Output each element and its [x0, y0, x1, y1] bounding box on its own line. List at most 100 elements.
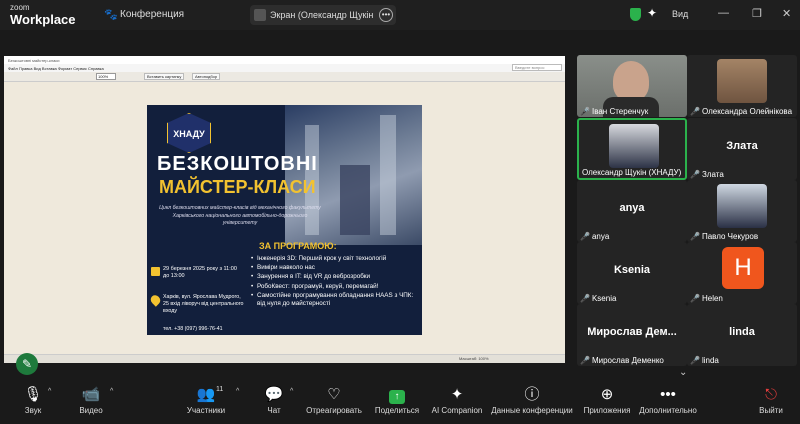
leave-button[interactable]: ⎋ Выйти	[756, 384, 786, 424]
react-button[interactable]: ♡ Отреагировать	[304, 384, 364, 424]
participant-tile[interactable]: 🎤 Олександра Олейнікова	[687, 55, 797, 117]
screen-share-label: Экран (Олександр Щукін (ХНАД	[270, 10, 374, 20]
poster-phone: тел. +38 (097) 996-76-41	[163, 326, 223, 332]
poster-program-item: Інженерія 3D: Перший крок у світ техноло…	[251, 255, 421, 263]
participant-tile-active-speaker[interactable]: Олександр Щукін (ХНАДУ)	[577, 118, 687, 180]
share-screen-icon: ↑	[389, 390, 405, 404]
participant-tile[interactable]: Ksenia 🎤 Ksenia	[577, 242, 687, 304]
close-icon[interactable]: ✕	[782, 7, 791, 20]
participant-tile[interactable]: linda 🎤 linda	[687, 304, 797, 366]
ai-companion-top-icon[interactable]: ✦	[647, 6, 657, 20]
participants-label: Участники	[186, 406, 226, 415]
share-screen-button[interactable]: ↑ Поделиться	[374, 384, 420, 424]
poster-program-item: Виміри навколо нас	[251, 264, 421, 272]
participant-name: 🎤 Злата	[690, 170, 724, 179]
participant-gallery: 🎤 Іван Стеренчук 🎤 Олександра Олейнікова О…	[565, 30, 800, 370]
security-shield-icon[interactable]	[630, 8, 641, 21]
poster-program-item: РобоКвест: програмуй, керуй, перемагай!	[251, 283, 421, 291]
participant-name: 🎤 anya	[580, 232, 610, 241]
chat-button[interactable]: 💬 Чат	[262, 384, 286, 424]
chat-options-caret-icon[interactable]: ^	[290, 388, 293, 395]
apps-icon: ⊕	[600, 386, 614, 403]
poster-program-item: Самостійне програмування обладнання HAAS…	[251, 292, 421, 308]
muted-mic-icon: 🎤	[580, 107, 590, 116]
sharer-avatar	[254, 9, 266, 21]
meeting-info-button[interactable]: ⓘ Данные конференции	[490, 384, 574, 424]
participants-options-caret-icon[interactable]: ^	[236, 388, 239, 395]
react-label: Отреагировать	[306, 406, 362, 415]
ppt-status-zoom: Масштаб: 100%	[459, 356, 489, 361]
paw-icon: 🐾	[104, 9, 118, 21]
ppt-help-search: Введите вопрос	[512, 64, 562, 71]
participant-name: 🎤 Helen	[690, 294, 723, 303]
participant-tile[interactable]: H 🎤 Helen	[687, 242, 797, 304]
ai-companion-label: AI Companion	[431, 406, 483, 415]
participants-button[interactable]: 👥 Участники 11	[184, 384, 228, 424]
participant-avatar	[717, 59, 767, 103]
poster-headline-2: МАЙСТЕР-КЛАСИ	[159, 177, 316, 197]
muted-mic-icon: 🎤	[690, 232, 700, 241]
video-button[interactable]: 📹 Видео	[74, 384, 108, 424]
participant-name: 🎤 Павло Чекуров	[690, 232, 759, 241]
meeting-toolbar: 🎙 Звук ^ 📹 Видео ^ 👥 Участники 11 ^ 💬 Ча…	[0, 384, 800, 424]
participant-tile[interactable]: Злата 🎤 Злата	[687, 118, 797, 180]
poster-address: Харків, вул. Ярослава Мудрого, 25 вхід л…	[163, 294, 244, 315]
muted-mic-icon: 🎤	[580, 232, 590, 241]
ppt-autofit-button: Автоподбор	[192, 73, 221, 80]
screen-share-indicator[interactable]: Экран (Олександр Щукін (ХНАД •••	[250, 5, 396, 25]
apps-button[interactable]: ⊕ Приложения	[582, 384, 632, 424]
participant-name: Олександр Щукін (ХНАДУ)	[582, 168, 682, 177]
minimize-icon[interactable]: —	[718, 7, 729, 19]
apps-label: Приложения	[583, 406, 631, 415]
restore-icon[interactable]: ❐	[752, 7, 762, 20]
workplace-logo-text: Workplace	[10, 12, 76, 27]
audio-button[interactable]: 🎙 Звук	[18, 384, 48, 424]
audio-label: Звук	[24, 406, 42, 415]
info-icon: ⓘ	[524, 386, 540, 403]
zoom-logo: zoom Workplace	[10, 4, 76, 28]
chevron-down-icon[interactable]: ⌄	[679, 367, 687, 378]
location-pin-icon	[148, 293, 163, 307]
share-label: Поделиться	[374, 406, 420, 415]
ppt-status-bar: Масштаб: 100%	[4, 354, 565, 363]
muted-mic-icon: 🎙	[23, 386, 43, 403]
title-bar: zoom Workplace 🐾 Конференция Экран (Олек…	[0, 0, 800, 30]
zoom-logo-text: zoom	[10, 3, 30, 12]
participant-name: 🎤 Ksenia	[580, 294, 617, 303]
participant-display-name: Злата	[726, 140, 758, 152]
participant-avatar	[609, 124, 659, 168]
participant-tile[interactable]: 🎤 Павло Чекуров	[687, 180, 797, 242]
annotate-pencil-icon[interactable]: ✎	[16, 353, 38, 375]
muted-mic-icon: 🎤	[690, 170, 700, 179]
participant-name: 🎤 linda	[690, 356, 719, 365]
participant-name: 🎤 Іван Стеренчук	[580, 107, 649, 116]
calendar-icon	[151, 267, 160, 276]
leave-icon: ⎋	[765, 386, 777, 403]
participant-avatar	[717, 184, 767, 228]
muted-mic-icon: 🎤	[580, 356, 590, 365]
participant-tile[interactable]: anya 🎤 anya	[577, 180, 687, 242]
video-options-caret-icon[interactable]: ^	[110, 388, 113, 395]
more-button[interactable]: ••• Дополнительно	[636, 384, 700, 424]
heart-icon: ♡	[327, 386, 341, 403]
poster-program-item: Занурення в IT: від VR до веброзробки	[251, 273, 421, 281]
participant-tile[interactable]: 🎤 Іван Стеренчук	[577, 55, 687, 117]
ppt-window-title: Безкоштовні майстер-класи	[4, 56, 565, 64]
participant-display-name: Мирослав Дем...	[587, 326, 677, 338]
participant-display-name: Ksenia	[613, 264, 651, 276]
audio-options-caret-icon[interactable]: ^	[48, 388, 51, 395]
muted-mic-icon: 🎤	[690, 107, 700, 116]
participant-tile[interactable]: Мирослав Дем... 🎤 Мирослав Деменко	[577, 304, 687, 366]
poster-date: 29 березня 2025 року з 11:00 до 13:00	[163, 266, 237, 280]
video-off-icon: 📹	[81, 386, 101, 403]
meeting-info-label: Данные конференции	[491, 406, 573, 415]
more-icon: •••	[660, 386, 676, 403]
view-button[interactable]: Вид	[672, 9, 688, 19]
poster-description: Цикл безкоштовних майстер-класів від мех…	[159, 205, 321, 227]
more-label: Дополнительно	[639, 406, 697, 415]
ai-companion-button[interactable]: ✦ AI Companion	[430, 384, 484, 424]
meeting-title: Конференция	[120, 9, 185, 20]
more-options-icon[interactable]: •••	[379, 8, 393, 22]
participants-count: 11	[216, 386, 224, 393]
participant-name: 🎤 Олександра Олейнікова	[690, 107, 793, 116]
